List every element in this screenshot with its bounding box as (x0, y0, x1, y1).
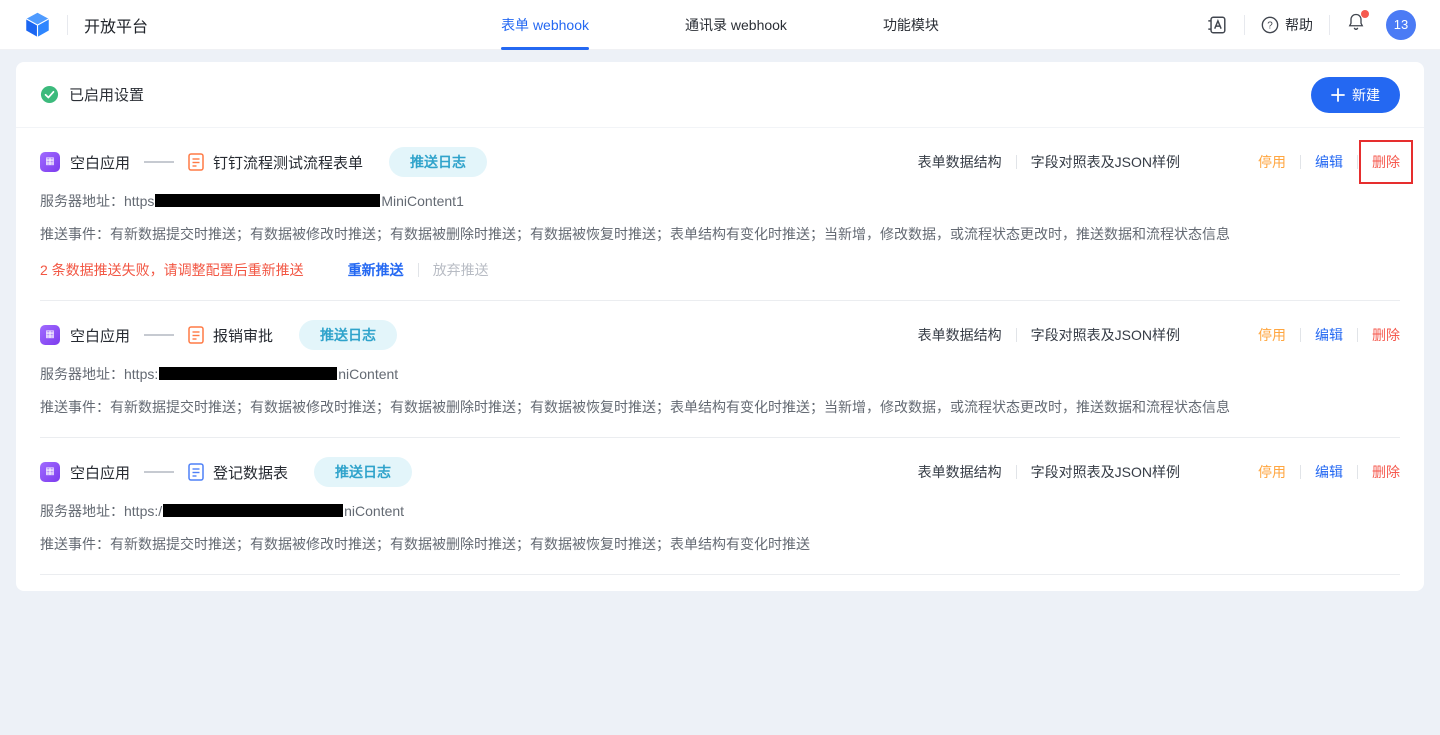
field-mapping-json-link[interactable]: 字段对照表及JSON样例 (1031, 325, 1180, 345)
push-log-button[interactable]: 推送日志 (299, 320, 397, 350)
tab-contacts-webhook[interactable]: 通讯录 webhook (685, 0, 787, 50)
blank-app-icon: ▦ (40, 462, 60, 482)
delete-link[interactable]: 删除 (1372, 462, 1400, 482)
form-name: 报销审批 (213, 325, 273, 346)
form-doc-icon (188, 153, 204, 171)
delete-highlight-box: 删除 (1372, 152, 1400, 172)
webhook-item: ▦ 空白应用 登记数据表 推送日志 表单数据结构 字段对照表及JSON样例 停用… (40, 438, 1400, 575)
retry-push-link[interactable]: 重新推送 (348, 260, 404, 280)
navbar-left: 开放平台 (24, 11, 148, 38)
app-name: 空白应用 (70, 462, 130, 483)
new-button[interactable]: 新建 (1311, 77, 1400, 113)
form-data-structure-link[interactable]: 表单数据结构 (918, 462, 1002, 482)
push-error-row: 2 条数据推送失败，请调整配置后重新推送 重新推送 放弃推送 (40, 260, 1400, 280)
abandon-push-link[interactable]: 放弃推送 (433, 260, 489, 280)
redacted-url (163, 504, 343, 517)
webhook-item: ▦ 空白应用 钉钉流程测试流程表单 推送日志 表单数据结构 字段对照表及JSON… (40, 128, 1400, 301)
delete-link[interactable]: 删除 (1372, 152, 1400, 172)
edit-link[interactable]: 编辑 (1315, 152, 1343, 172)
help-button[interactable]: ? 帮助 (1261, 15, 1313, 35)
push-error-message: 2 条数据推送失败，请调整配置后重新推送 (40, 260, 304, 280)
webhook-item: ▦ 空白应用 报销审批 推送日志 表单数据结构 字段对照表及JSON样例 停用 … (40, 301, 1400, 438)
disable-link[interactable]: 停用 (1258, 325, 1286, 345)
form-name: 登记数据表 (213, 462, 288, 483)
navbar-right: ? 帮助 13 (1206, 10, 1416, 40)
translate-icon[interactable] (1206, 14, 1228, 36)
panel-header: 已启用设置 新建 (16, 62, 1424, 128)
form-doc-icon (188, 463, 204, 481)
push-log-button[interactable]: 推送日志 (389, 147, 487, 177)
push-events: 推送事件：有新数据提交时推送；有数据被修改时推送；有数据被删除时推送；有数据被恢… (40, 397, 1400, 417)
avatar[interactable]: 13 (1386, 10, 1416, 40)
webhook-panel: 已启用设置 新建 ▦ 空白应用 钉钉流程测试流程表单 推送日志 表单数据结构 (16, 62, 1424, 591)
enabled-settings-status: 已启用设置 (40, 84, 144, 105)
notification-dot (1361, 10, 1369, 18)
check-circle-icon (40, 85, 59, 104)
connector-line (144, 334, 174, 336)
tab-form-webhook[interactable]: 表单 webhook (501, 0, 589, 50)
navbar-divider (1244, 15, 1245, 35)
push-log-button[interactable]: 推送日志 (314, 457, 412, 487)
tab-modules[interactable]: 功能模块 (883, 0, 939, 50)
item-actions: 停用 编辑 删除 (1258, 325, 1400, 345)
edit-link[interactable]: 编辑 (1315, 462, 1343, 482)
form-doc-icon (188, 326, 204, 344)
app-name: 空白应用 (70, 152, 130, 173)
status-label: 已启用设置 (69, 84, 144, 105)
server-address: 服务器地址：https:niContent (40, 364, 1400, 384)
redacted-url (159, 367, 337, 380)
question-icon: ? (1261, 16, 1279, 34)
navbar-divider (1329, 15, 1330, 35)
plus-icon (1331, 88, 1345, 102)
blank-app-icon: ▦ (40, 325, 60, 345)
form-name: 钉钉流程测试流程表单 (213, 152, 363, 173)
help-label: 帮助 (1285, 15, 1313, 35)
top-navbar: 开放平台 表单 webhook 通讯录 webhook 功能模块 ? 帮助 (0, 0, 1440, 50)
item-title-row: ▦ 空白应用 报销审批 推送日志 表单数据结构 字段对照表及JSON样例 停用 … (40, 319, 1400, 351)
new-button-label: 新建 (1352, 85, 1380, 105)
notification-bell-icon[interactable] (1346, 12, 1366, 37)
item-actions: 停用 编辑 删除 (1258, 462, 1400, 482)
redacted-url (155, 194, 380, 207)
form-data-structure-link[interactable]: 表单数据结构 (918, 325, 1002, 345)
disable-link[interactable]: 停用 (1258, 152, 1286, 172)
edit-link[interactable]: 编辑 (1315, 325, 1343, 345)
connector-line (144, 161, 174, 163)
field-mapping-json-link[interactable]: 字段对照表及JSON样例 (1031, 462, 1180, 482)
push-events: 推送事件：有新数据提交时推送；有数据被修改时推送；有数据被删除时推送；有数据被恢… (40, 534, 1400, 554)
svg-text:?: ? (1267, 20, 1273, 31)
item-title-row: ▦ 空白应用 钉钉流程测试流程表单 推送日志 表单数据结构 字段对照表及JSON… (40, 146, 1400, 178)
item-actions: 停用 编辑 删除 (1258, 152, 1400, 172)
server-address: 服务器地址：httpsMiniContent1 (40, 191, 1400, 211)
platform-logo-icon (24, 11, 51, 38)
disable-link[interactable]: 停用 (1258, 462, 1286, 482)
form-data-structure-link[interactable]: 表单数据结构 (918, 152, 1002, 172)
blank-app-icon: ▦ (40, 152, 60, 172)
app-name: 空白应用 (70, 325, 130, 346)
delete-link[interactable]: 删除 (1372, 325, 1400, 345)
connector-line (144, 471, 174, 473)
push-events: 推送事件：有新数据提交时推送；有数据被修改时推送；有数据被删除时推送；有数据被恢… (40, 224, 1400, 244)
navbar-divider (67, 15, 68, 35)
item-title-row: ▦ 空白应用 登记数据表 推送日志 表单数据结构 字段对照表及JSON样例 停用… (40, 456, 1400, 488)
field-mapping-json-link[interactable]: 字段对照表及JSON样例 (1031, 152, 1180, 172)
page-title: 开放平台 (84, 13, 148, 37)
server-address: 服务器地址：https:/niContent (40, 501, 1400, 521)
